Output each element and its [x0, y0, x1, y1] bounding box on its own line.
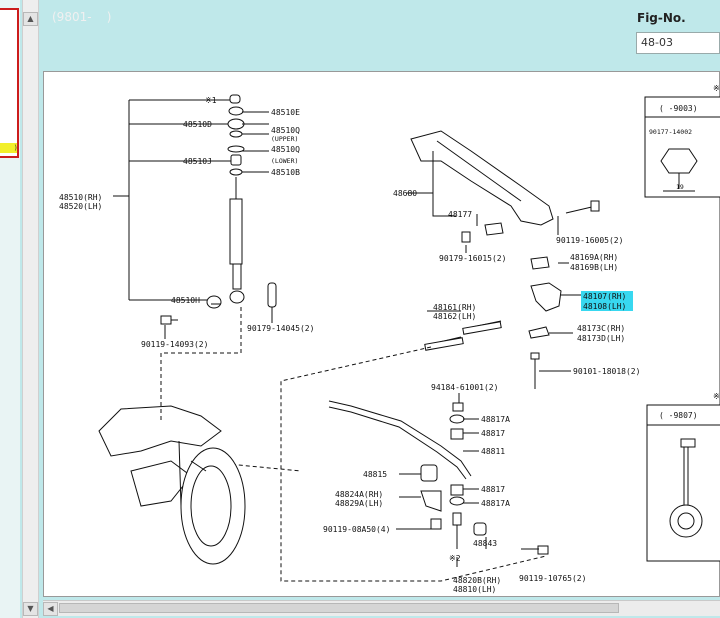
scroll-left-icon[interactable]: ◀: [43, 602, 58, 616]
shock-absorber-illustration: [160, 94, 277, 325]
parts-list-box[interactable]: [0, 8, 19, 158]
label-48169B[interactable]: 48169B(LH): [570, 263, 618, 272]
label-48815[interactable]: 48815: [363, 470, 387, 479]
inset-top-part[interactable]: 90177-14002: [649, 128, 692, 136]
suspension-wheel-illustration: [98, 405, 246, 565]
period-label: (9801- ): [52, 10, 112, 24]
parts-list-panel: ): [0, 0, 20, 618]
label-90119-14093[interactable]: 90119-14093(2): [141, 340, 208, 349]
label-90119-10765[interactable]: 90119-10765(2): [519, 574, 586, 583]
label-90179-14045[interactable]: 90179-14045(2): [247, 324, 314, 333]
label-94184-61001[interactable]: 94184-61001(2): [431, 383, 498, 392]
label-48510D[interactable]: 48510D: [183, 120, 212, 129]
label-90119-16005[interactable]: 90119-16005(2): [556, 236, 623, 245]
left-scrollbar[interactable]: ▲: [22, 0, 39, 618]
inset-top-dim: 19: [676, 183, 684, 191]
inset-top: ( -9003) 90177-14002 19 ※: [644, 84, 720, 198]
shock-bracket-lines: [113, 99, 233, 301]
label-48510J[interactable]: 48510J: [183, 157, 212, 166]
label-90179-16015[interactable]: 90179-16015(2): [439, 254, 506, 263]
label-48811[interactable]: 48811: [481, 447, 505, 456]
label-48817A-bot[interactable]: 48817A: [481, 499, 510, 508]
label-48680[interactable]: 48680: [393, 189, 417, 198]
label-48107[interactable]: 48107(RH): [583, 292, 626, 301]
inset-top-period: ( -9003): [659, 104, 698, 113]
inset-top-mark: ※: [713, 84, 720, 93]
scroll-down-icon[interactable]: ▼: [23, 602, 38, 616]
parts-diagram: ※1 48510E 48510D 48510Q (UPPER) 48510Q (…: [59, 84, 720, 594]
label-lower: (LOWER): [271, 157, 298, 165]
leader-lines-bottom: [396, 393, 539, 567]
label-48173C[interactable]: 48173C(RH): [577, 324, 625, 333]
label-mark2: ※2: [449, 554, 461, 563]
label-48820B[interactable]: 48820B(RH): [453, 576, 501, 585]
label-48817-top[interactable]: 48817: [481, 429, 505, 438]
label-mark1: ※1: [205, 96, 217, 105]
label-48173D[interactable]: 48173D(LH): [577, 334, 625, 343]
inset-bottom-period: ( -9807): [659, 411, 698, 420]
parts-diagram-canvas: ※1 48510E 48510D 48510Q (UPPER) 48510Q (…: [43, 71, 720, 597]
horizontal-scroll-thumb[interactable]: [59, 603, 619, 613]
label-90119-08a50[interactable]: 90119-08A50(4): [323, 525, 390, 534]
label-48829A[interactable]: 48829A(LH): [335, 499, 383, 508]
label-48510-rh[interactable]: 48510(RH): [59, 193, 102, 202]
label-48510Q-upper[interactable]: 48510Q: [271, 126, 300, 135]
fig-no-label: Fig-No.: [637, 11, 686, 25]
horizontal-scrollbar[interactable]: ◀: [43, 600, 720, 616]
label-48810[interactable]: 48810(LH): [453, 585, 496, 594]
label-90101-18018[interactable]: 90101-18018(2): [573, 367, 640, 376]
label-48520-lh[interactable]: 48520(LH): [59, 202, 102, 211]
label-48510Q-lower[interactable]: 48510Q: [271, 145, 300, 154]
label-upper: (UPPER): [271, 135, 298, 143]
parts-list-selected-row[interactable]: ): [0, 143, 17, 153]
label-48177[interactable]: 48177: [448, 210, 472, 219]
label-48817-bot[interactable]: 48817: [481, 485, 505, 494]
label-48510B[interactable]: 48510B: [271, 168, 300, 177]
label-48824A[interactable]: 48824A(RH): [335, 490, 383, 499]
label-48162[interactable]: 48162(LH): [433, 312, 476, 321]
label-48510H[interactable]: 48510H: [171, 296, 200, 305]
inset-bottom-mark: ※: [713, 392, 720, 401]
scroll-up-icon[interactable]: ▲: [23, 12, 38, 26]
label-48161[interactable]: 48161(RH): [433, 303, 476, 312]
fig-no-field[interactable]: 48-03: [636, 32, 720, 54]
label-48108[interactable]: 48108(LH): [583, 302, 626, 311]
label-48817A-top[interactable]: 48817A: [481, 415, 510, 424]
inset-bottom: ( -9807) ※: [646, 392, 720, 562]
label-48843[interactable]: 48843: [473, 539, 497, 548]
label-48169A[interactable]: 48169A(RH): [570, 253, 618, 262]
label-48510E[interactable]: 48510E: [271, 108, 300, 117]
